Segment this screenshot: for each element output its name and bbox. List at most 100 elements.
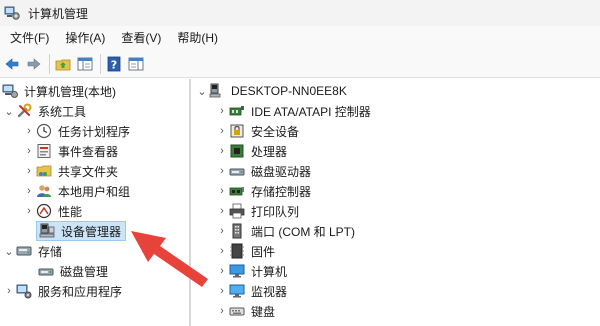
tree-label-task-scheduler: 任务计划程序: [58, 124, 131, 139]
up-level-button[interactable]: [53, 54, 73, 74]
chevron-right-icon[interactable]: ›: [215, 301, 229, 321]
window-title: 计算机管理: [28, 6, 89, 21]
device-category[interactable]: › IDE ATA/ATAPI 控制器: [215, 101, 371, 121]
chevron-down-icon[interactable]: ⌄: [195, 81, 209, 101]
device-category[interactable]: › 固件: [215, 241, 275, 261]
ide-controller-icon: [229, 103, 245, 119]
tree-label-system-tools: 系统工具: [38, 104, 87, 119]
device-category-label: 打印队列: [251, 204, 300, 219]
show-pane-icon: [128, 57, 144, 70]
device-category[interactable]: › 打印队列: [215, 201, 299, 221]
chevron-right-icon[interactable]: ›: [215, 281, 229, 301]
tree-item-storage[interactable]: ⌄ 存储: [2, 241, 62, 261]
arrow-right-icon: [27, 57, 41, 70]
tree-label-shared-folders: 共享文件夹: [58, 164, 119, 179]
menu-bar: 文件(F) 操作(A) 查看(V) 帮助(H): [0, 26, 600, 50]
computer-management-icon: [2, 83, 18, 99]
back-button[interactable]: [2, 54, 22, 74]
tree-item-shared-folders[interactable]: › 共享文件夹: [22, 161, 118, 181]
device-category-label: 键盘: [251, 304, 276, 319]
toolbar: ?: [0, 50, 600, 78]
device-category[interactable]: › 处理器: [215, 141, 287, 161]
device-root[interactable]: ⌄ DESKTOP-NN0EE8K: [195, 81, 347, 101]
chevron-right-icon[interactable]: ›: [215, 261, 229, 281]
help-button[interactable]: ?: [104, 54, 124, 74]
shared-folder-icon: [36, 163, 52, 179]
device-category[interactable]: › 端口 (COM 和 LPT): [215, 221, 355, 241]
device-category-label: 存储控制器: [251, 184, 312, 199]
forward-button[interactable]: [24, 54, 44, 74]
chevron-right-icon[interactable]: ›: [22, 121, 36, 141]
chevron-right-icon[interactable]: ›: [215, 141, 229, 161]
menu-help[interactable]: 帮助(H): [171, 27, 224, 49]
computer-icon: [209, 83, 225, 99]
device-category-label: 安全设备: [251, 124, 300, 139]
tree-label-device-manager: 设备管理器: [61, 224, 122, 239]
chevron-right-icon[interactable]: ›: [22, 161, 36, 181]
chevron-right-icon[interactable]: ›: [22, 201, 36, 221]
chevron-right-icon[interactable]: ›: [22, 181, 36, 201]
chevron-right-icon[interactable]: ›: [215, 121, 229, 141]
console-tree-button[interactable]: [75, 54, 95, 74]
chevron-down-icon[interactable]: ⌄: [2, 241, 16, 261]
tree-label-performance: 性能: [58, 204, 83, 219]
display-icon: [229, 283, 245, 299]
help-icon: ?: [107, 56, 121, 71]
tree-item-disk-management[interactable]: 磁盘管理: [36, 261, 108, 281]
disk-management-icon: [38, 263, 54, 279]
tree-item-performance[interactable]: › 性能: [22, 201, 82, 221]
keyboard-icon: [229, 303, 245, 319]
chevron-right-icon[interactable]: ›: [2, 281, 16, 301]
storage-controller-icon: [229, 183, 245, 199]
toolbar-separator: [49, 53, 50, 74]
device-category-label: 端口 (COM 和 LPT): [251, 224, 355, 239]
tree-item-system-tools[interactable]: ⌄ 系统工具: [2, 101, 86, 121]
menu-view[interactable]: 查看(V): [115, 27, 167, 49]
tree-label-local-users: 本地用户和组: [58, 184, 131, 199]
tree-label-disk-management: 磁盘管理: [60, 264, 109, 279]
chevron-right-icon[interactable]: ›: [215, 101, 229, 121]
tree-item-services-apps[interactable]: › 服务和应用程序: [2, 281, 122, 301]
device-category-label: IDE ATA/ATAPI 控制器: [251, 104, 371, 119]
chevron-right-icon[interactable]: ›: [22, 141, 36, 161]
tree-item-root[interactable]: 计算机管理(本地): [2, 81, 116, 101]
svg-text:?: ?: [111, 58, 117, 71]
menu-action[interactable]: 操作(A): [59, 27, 111, 49]
tree-item-device-manager[interactable]: 设备管理器: [36, 221, 127, 241]
device-category-label: 磁盘驱动器: [251, 164, 312, 179]
device-list: ⌄ DESKTOP-NN0EE8K › IDE ATA/ATAPI 控制器 ›: [191, 79, 600, 326]
device-category[interactable]: › 安全设备: [215, 121, 299, 141]
tree-item-local-users[interactable]: › 本地用户和组: [22, 181, 130, 201]
clock-icon: [36, 123, 52, 139]
device-category[interactable]: › 监视器: [215, 281, 287, 301]
tree-item-event-viewer[interactable]: › 事件查看器: [22, 141, 118, 161]
storage-icon: [16, 243, 32, 259]
port-icon: [229, 223, 245, 239]
chevron-right-icon[interactable]: ›: [215, 161, 229, 181]
device-category-label: 固件: [251, 244, 276, 259]
tree-label-event-viewer: 事件查看器: [58, 144, 119, 159]
chevron-right-icon[interactable]: ›: [215, 201, 229, 221]
device-category-label: 计算机: [251, 264, 288, 279]
services-icon: [16, 283, 32, 299]
device-manager-icon: [39, 223, 55, 239]
show-pane-button[interactable]: [126, 54, 146, 74]
menu-file[interactable]: 文件(F): [4, 27, 55, 49]
device-category[interactable]: › 磁盘驱动器: [215, 161, 311, 181]
device-category[interactable]: › 键盘: [215, 301, 275, 321]
tree-item-task-scheduler[interactable]: › 任务计划程序: [22, 121, 130, 141]
chevron-right-icon[interactable]: ›: [215, 221, 229, 241]
chevron-down-icon[interactable]: ⌄: [2, 101, 16, 121]
chevron-right-icon[interactable]: ›: [215, 181, 229, 201]
computer-name: DESKTOP-NN0EE8K: [231, 84, 347, 98]
folder-up-icon: [55, 59, 71, 70]
processor-icon: [229, 143, 245, 159]
tree-label-root: 计算机管理(本地): [24, 84, 116, 99]
console-tree: 计算机管理(本地) ⌄ 系统工具 › 任务计划程序 › 事件查看器 › 共享文件…: [0, 79, 189, 326]
device-category[interactable]: › 存储控制器: [215, 181, 311, 201]
chevron-right-icon[interactable]: ›: [215, 241, 229, 261]
device-category[interactable]: › 计算机: [215, 261, 287, 281]
disk-drive-icon: [229, 163, 245, 179]
device-category-label: 处理器: [251, 144, 288, 159]
device-category-label: 监视器: [251, 284, 288, 299]
